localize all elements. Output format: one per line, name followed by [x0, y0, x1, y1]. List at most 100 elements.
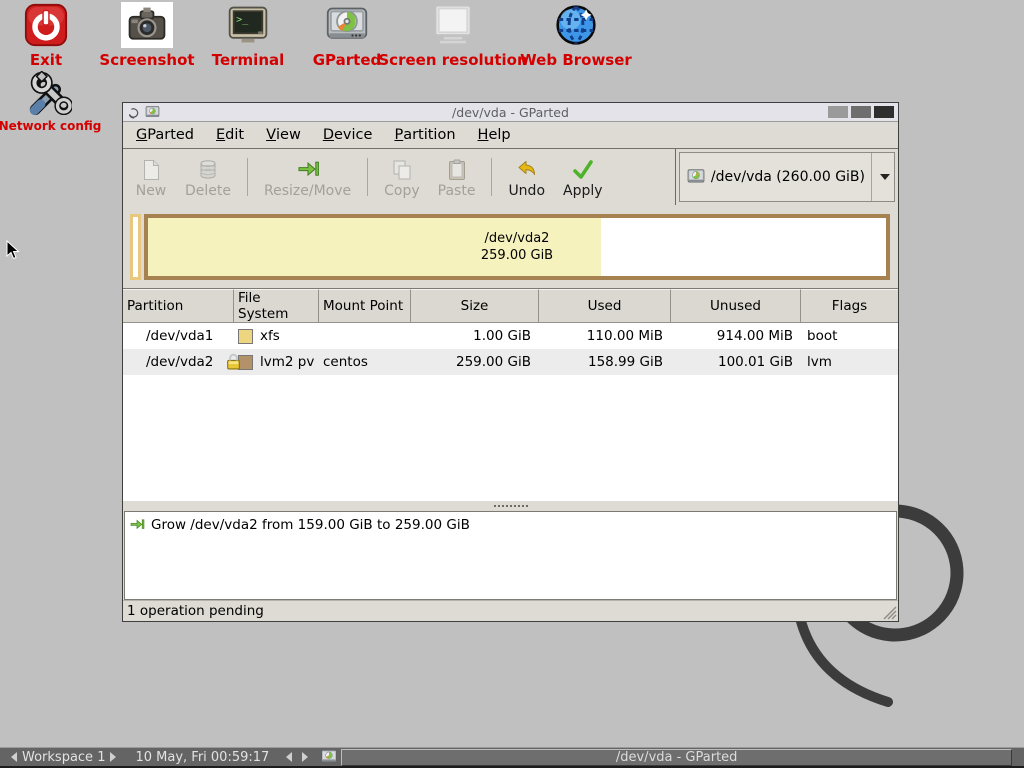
header-partition[interactable]: Partition: [123, 289, 234, 322]
resize-move-button[interactable]: Resize/Move: [256, 155, 359, 200]
delete-button[interactable]: Delete: [177, 155, 239, 200]
menu-device[interactable]: Device: [312, 122, 384, 148]
device-selector-value: /dev/vda (260.00 GiB): [711, 169, 865, 185]
cell-size: 259.00 GiB: [411, 349, 539, 375]
workspace-prev-button[interactable]: [11, 752, 17, 762]
undo-icon: [515, 158, 539, 182]
menu-partition[interactable]: Partition: [383, 122, 466, 148]
desktop-icon-label: Screenshot: [99, 51, 194, 69]
resize-move-icon: [296, 158, 320, 182]
visual-partition-size: 259.00 GiB: [481, 247, 553, 264]
cell-flags: lvm: [801, 349, 898, 375]
visual-partition-vda2[interactable]: /dev/vda2 259.00 GiB: [144, 214, 890, 280]
pane-splitter[interactable]: [123, 501, 898, 511]
taskbar-app-icon: [321, 749, 337, 765]
window-shade-button[interactable]: [828, 106, 848, 118]
chevron-down-icon: [880, 174, 890, 180]
visual-partition-name: /dev/vda2: [485, 230, 550, 247]
window-cycle-prev-button[interactable]: [286, 752, 292, 762]
window-cycle-next-button[interactable]: [302, 752, 308, 762]
window-app-icon: [145, 106, 160, 119]
header-unused[interactable]: Unused: [671, 289, 801, 322]
paste-icon: [445, 158, 469, 182]
visual-partition-label: /dev/vda2 259.00 GiB: [148, 218, 886, 276]
header-size[interactable]: Size: [411, 289, 539, 322]
workspace-next-button[interactable]: [110, 752, 116, 762]
desktop-icon-screenshot[interactable]: Screenshot: [92, 2, 202, 69]
desktop-icon-label: Network config: [0, 119, 101, 133]
copy-button[interactable]: Copy: [376, 155, 428, 200]
monitor-icon: [430, 2, 476, 48]
desktop-icon-label: Exit: [30, 51, 62, 69]
taskbar-window-button[interactable]: /dev/vda - GParted: [341, 749, 1012, 766]
disk-visual-panel: /dev/vda2 259.00 GiB: [123, 205, 898, 288]
cell-filesystem: xfs: [260, 328, 280, 344]
visual-partition-vda1[interactable]: [130, 214, 141, 280]
svg-text:>_: >_: [236, 14, 249, 25]
header-mount-point[interactable]: Mount Point: [319, 289, 411, 322]
mouse-cursor: [6, 240, 20, 261]
desktop-icon-web-browser[interactable]: Web Browser: [520, 2, 632, 69]
device-selector[interactable]: /dev/vda (260.00 GiB): [679, 152, 895, 202]
cell-partition: /dev/vda1: [146, 328, 213, 344]
table-row-vda1[interactable]: /dev/vda1 xfs 1.00 GiB 110.00 MiB 914.00…: [123, 323, 898, 349]
device-drive-icon: [687, 169, 705, 185]
cell-filesystem: lvm2 pv: [260, 354, 314, 370]
menu-help[interactable]: Help: [467, 122, 522, 148]
table-row-vda2[interactable]: /dev/vda2 lvm2 pv centos 259.00 GiB 158.…: [123, 349, 898, 375]
device-selector-area: /dev/vda (260.00 GiB): [675, 149, 898, 205]
desktop-icon-terminal[interactable]: >_ Terminal: [206, 2, 290, 69]
desktop-icon-label: GParted: [313, 51, 382, 69]
toolbar-separator: [367, 158, 368, 196]
paste-button[interactable]: Paste: [430, 155, 484, 200]
taskbar-clock: 10 May, Fri 00:59:17: [135, 750, 269, 765]
new-partition-icon: [139, 158, 163, 182]
menubar: GParted Edit View Device Partition Help: [123, 122, 898, 149]
menu-view[interactable]: View: [255, 122, 312, 148]
toolbar-separator: [491, 158, 492, 196]
menu-gparted[interactable]: GParted: [125, 122, 205, 148]
workspace-label: Workspace 1: [22, 750, 105, 765]
header-flags[interactable]: Flags: [801, 289, 898, 322]
resize-grip[interactable]: [882, 605, 897, 620]
header-file-system[interactable]: File System: [234, 289, 319, 322]
desktop-icon-label: Screen resolution: [378, 51, 527, 69]
operation-item: Grow /dev/vda2 from 159.00 GiB to 259.00…: [129, 517, 892, 533]
window-title: /dev/vda - GParted: [123, 105, 898, 120]
cell-unused: 914.00 MiB: [671, 323, 801, 349]
desktop-icon-gparted[interactable]: GParted: [308, 2, 386, 69]
menu-edit[interactable]: Edit: [205, 122, 255, 148]
window-menu-swirl-icon[interactable]: [127, 106, 140, 119]
tools-icon: [27, 70, 73, 116]
camera-icon: [121, 2, 173, 48]
cell-partition: /dev/vda2: [146, 354, 213, 370]
terminal-icon: >_: [225, 2, 271, 48]
gparted-window: /dev/vda - GParted GParted Edit View Dev…: [122, 102, 899, 622]
cell-used: 110.00 MiB: [539, 323, 671, 349]
undo-button[interactable]: Undo: [500, 155, 553, 200]
desktop-icon-network-config[interactable]: Network config: [4, 70, 96, 133]
gparted-drive-icon: [324, 2, 370, 48]
cell-mount-point: [319, 323, 411, 349]
toolbar: New Delete Resize/Move Copy: [123, 149, 898, 205]
desktop-icon-label: Terminal: [212, 51, 285, 69]
window-titlebar[interactable]: /dev/vda - GParted: [123, 103, 898, 122]
cell-unused: 100.01 GiB: [671, 349, 801, 375]
table-header-row: Partition File System Mount Point Size U…: [123, 289, 898, 323]
toolbar-separator: [247, 158, 248, 196]
operation-text: Grow /dev/vda2 from 159.00 GiB to 259.00…: [151, 517, 470, 533]
desktop-icon-exit[interactable]: Exit: [16, 2, 76, 69]
status-bar: 1 operation pending: [123, 600, 898, 621]
apply-button[interactable]: Apply: [555, 155, 611, 200]
cell-flags: boot: [801, 323, 898, 349]
splitter-handle-icon: [494, 505, 528, 507]
desktop-icon-screen-resolution[interactable]: Screen resolution: [388, 2, 518, 69]
desktop-icon-label: Web Browser: [520, 51, 632, 69]
taskbar: Workspace 1 10 May, Fri 00:59:17 /dev/vd…: [0, 747, 1024, 768]
window-close-button[interactable]: [874, 106, 894, 118]
window-iconify-button[interactable]: [851, 106, 871, 118]
header-used[interactable]: Used: [539, 289, 671, 322]
cell-used: 158.99 GiB: [539, 349, 671, 375]
exit-power-icon: [23, 2, 69, 48]
new-button[interactable]: New: [127, 155, 175, 200]
